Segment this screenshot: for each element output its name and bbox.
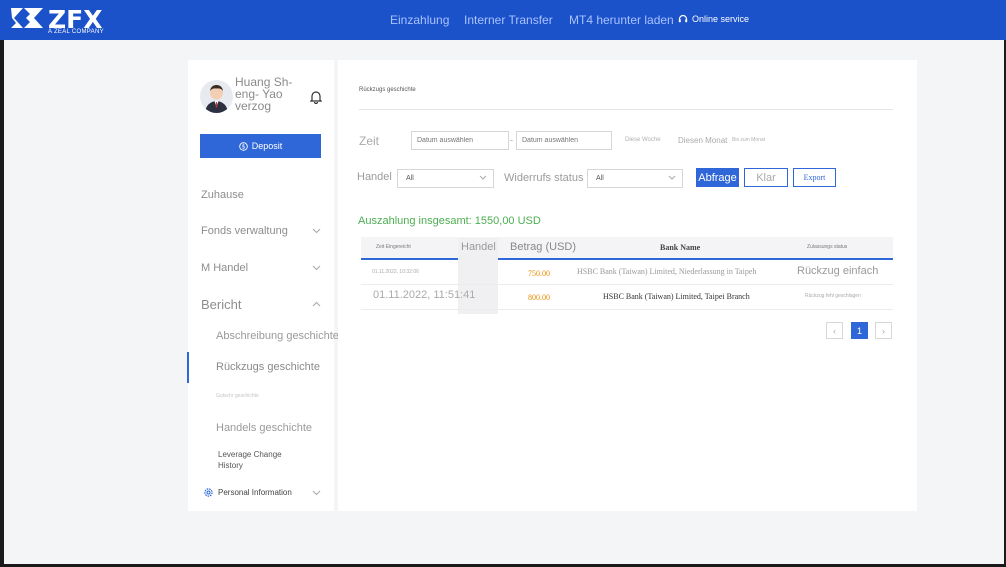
handel-select[interactable]: All: [397, 169, 494, 188]
zfx-logo-mark: [11, 8, 43, 28]
nav-mt4-download[interactable]: MT4 herunter laden: [569, 13, 674, 27]
column-header-handel[interactable]: Handel: [461, 241, 496, 253]
chevron-down-icon: [479, 175, 487, 180]
sidebar-item-personal-info[interactable]: Personal Information: [203, 487, 292, 498]
chevron-down-icon: [668, 175, 676, 180]
window-frame-left: [0, 40, 4, 567]
submenu-leverage-history[interactable]: Leverage Change History: [218, 449, 282, 471]
bell-icon[interactable]: [309, 90, 323, 109]
chevron-down-icon[interactable]: [312, 265, 321, 271]
submenu-trade-history[interactable]: Handels geschichte: [216, 422, 312, 434]
cell-bank-name: HSBC Bank (Taiwan) Limited, Taipei Branc…: [603, 292, 750, 301]
column-header-time[interactable]: Zeit Eingereicht: [376, 244, 411, 250]
clear-button[interactable]: Klar: [744, 168, 788, 187]
column-header-status[interactable]: Zulassungs status: [807, 244, 847, 250]
table-row[interactable]: 01.11.2022, 10:32:06 750.00 HSBC Bank (T…: [361, 261, 893, 285]
cell-status: Rückzug fehl geschlagen: [805, 293, 861, 299]
query-button[interactable]: Abfrage: [696, 168, 739, 187]
sidebar-item-home[interactable]: Zuhause: [201, 189, 244, 201]
cell-amount: 800.00: [528, 293, 550, 302]
avatar[interactable]: [200, 80, 233, 113]
submenu-withdrawal-history[interactable]: Rückzugs geschichte: [216, 361, 320, 373]
start-date-input[interactable]: [411, 131, 509, 150]
nav-deposit[interactable]: Einzahlung: [390, 13, 449, 27]
svg-text:$: $: [241, 143, 245, 150]
active-menu-indicator: [187, 352, 189, 383]
title-divider: [359, 109, 893, 110]
sidebar-item-report[interactable]: Bericht: [201, 297, 241, 312]
user-avatar-icon: [205, 85, 228, 113]
last-month-link[interactable]: Bis zum Monat: [732, 137, 765, 143]
handel-label: Handel: [357, 171, 392, 183]
this-month-link[interactable]: Diesen Monat: [678, 136, 727, 145]
pagination-next-button[interactable]: ›: [875, 322, 892, 339]
leverage-line-1: Leverage Change: [218, 450, 282, 459]
table-row[interactable]: 01.11.2022, 11:51:41 800.00 HSBC Bank (T…: [361, 286, 893, 310]
pagination-prev-button[interactable]: ‹: [826, 322, 843, 339]
cell-amount: 750.00: [528, 269, 550, 278]
leverage-line-2: History: [218, 461, 243, 470]
export-button[interactable]: Export: [793, 168, 836, 187]
headset-icon: [678, 14, 688, 23]
sidebar-item-funds[interactable]: Fonds verwaltung: [201, 225, 288, 237]
withdrawal-total: Auszahlung insgesamt: 1550,00 USD: [358, 215, 541, 227]
sidebar-item-trade[interactable]: M Handel: [201, 262, 248, 274]
online-service-label: Online service: [692, 14, 750, 24]
this-week-link[interactable]: Diese Woche: [625, 137, 661, 143]
chevron-up-icon[interactable]: [312, 301, 321, 307]
online-service-link[interactable]: Online service: [678, 14, 749, 24]
cell-status: Rückzug einfach: [797, 265, 879, 277]
sidebar: Huang Sh-eng- Yao verzog $ Deposit Zuhau…: [188, 60, 339, 511]
gear-icon: [204, 488, 213, 497]
date-range-separator: -: [510, 135, 513, 145]
personal-info-label: Personal Information: [218, 488, 292, 497]
pagination-page-1[interactable]: 1: [851, 322, 868, 339]
user-name: Huang Sh-eng- Yao verzog: [235, 75, 293, 113]
zfx-logo[interactable]: ZFX A ZEAL COMPANY: [10, 4, 105, 36]
deposit-label: Deposit: [251, 141, 283, 151]
column-header-amount[interactable]: Betrag (USD): [510, 241, 576, 253]
table-header: Zeit Eingereicht Handel Betrag (USD) Ban…: [361, 237, 893, 260]
cell-bank-name: HSBC Bank (Taiwan) Limited, Niederlassun…: [577, 267, 757, 276]
top-navigation-bar: ZFX A ZEAL COMPANY Einzahlung Interner T…: [0, 0, 1006, 40]
end-date-input[interactable]: [516, 131, 612, 150]
submenu-write-off-history[interactable]: Abschreibung geschichte: [216, 330, 339, 342]
dollar-coin-icon: $: [238, 141, 248, 151]
page-title: Rückzugs geschichte: [359, 87, 416, 93]
chevron-down-icon[interactable]: [312, 490, 321, 496]
cell-time: 01.11.2022, 10:32:06: [372, 269, 419, 275]
main-panel: Rückzugs geschichte Zeit - Diese Woche D…: [338, 60, 917, 511]
status-select-value: All: [596, 175, 604, 182]
time-label: Zeit: [359, 134, 380, 148]
cell-time: 01.11.2022, 11:51:41: [373, 289, 476, 301]
nav-internal-transfer[interactable]: Interner Transfer: [464, 13, 553, 27]
handel-select-value: All: [406, 175, 414, 182]
status-select[interactable]: All: [587, 169, 683, 188]
chevron-down-icon[interactable]: [312, 228, 321, 234]
logo-subtitle: A ZEAL COMPANY: [48, 29, 104, 35]
submenu-deposit-history[interactable]: Gutschr geschichte: [216, 393, 259, 399]
column-header-bank-name[interactable]: Bank Name: [660, 243, 700, 252]
status-label: Widerrufs status: [504, 172, 584, 184]
deposit-button[interactable]: $ Deposit: [200, 134, 321, 158]
